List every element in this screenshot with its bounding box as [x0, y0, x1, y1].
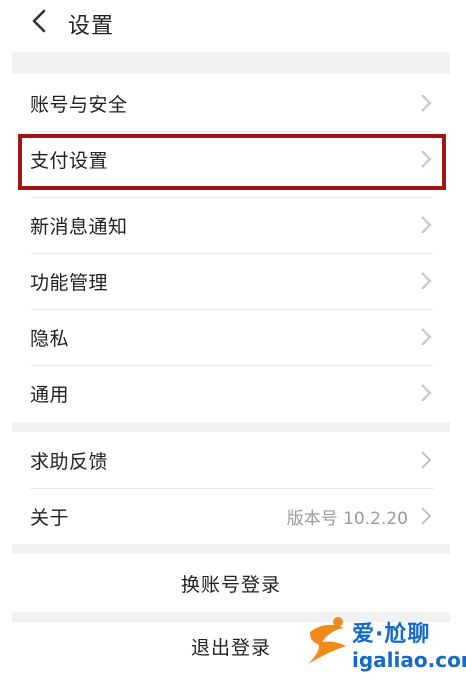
- section-separator: [12, 422, 450, 432]
- chevron-right-icon: [421, 451, 432, 469]
- back-arrow-icon[interactable]: [28, 9, 52, 33]
- page-title: 设置: [68, 14, 115, 39]
- section-separator: [12, 544, 450, 554]
- section-separator: [12, 52, 450, 74]
- chevron-right-icon: [421, 507, 432, 525]
- settings-item-account-security[interactable]: 账号与安全: [12, 75, 450, 131]
- settings-item-help-feedback[interactable]: 求助反馈: [12, 432, 450, 488]
- chevron-right-icon: [421, 150, 432, 168]
- watermark-brand: 爱·尬聊: [352, 622, 431, 647]
- top-bar: 设置: [0, 0, 466, 48]
- chevron-right-icon: [421, 328, 432, 346]
- settings-item-label: 求助反馈: [30, 450, 109, 473]
- switch-account-button[interactable]: 换账号登录: [12, 554, 450, 612]
- chevron-right-icon: [421, 384, 432, 402]
- settings-item-label: 支付设置: [30, 149, 109, 172]
- chevron-right-icon: [421, 216, 432, 234]
- version-text: 版本号 10.2.20: [286, 508, 408, 529]
- settings-item-label: 账号与安全: [30, 93, 128, 116]
- settings-item-label: 新消息通知: [30, 215, 128, 238]
- settings-item-payment[interactable]: 支付设置: [12, 131, 450, 187]
- settings-item-label: 隐私: [30, 327, 70, 350]
- settings-item-privacy[interactable]: 隐私: [12, 309, 450, 365]
- settings-item-label: 关于: [30, 506, 70, 529]
- settings-item-general[interactable]: 通用: [12, 365, 450, 421]
- watermark: 爱·尬聊 igaliao.com: [300, 612, 466, 678]
- settings-item-notifications[interactable]: 新消息通知: [12, 197, 450, 253]
- settings-item-label: 功能管理: [30, 271, 109, 294]
- watermark-site: igaliao.com: [352, 648, 466, 672]
- watermark-logo-icon: [308, 617, 346, 664]
- chevron-right-icon: [421, 272, 432, 290]
- settings-item-label: 通用: [30, 383, 70, 406]
- settings-item-about[interactable]: 关于 版本号 10.2.20: [12, 488, 450, 544]
- chevron-right-icon: [421, 94, 432, 112]
- settings-item-features[interactable]: 功能管理: [12, 253, 450, 309]
